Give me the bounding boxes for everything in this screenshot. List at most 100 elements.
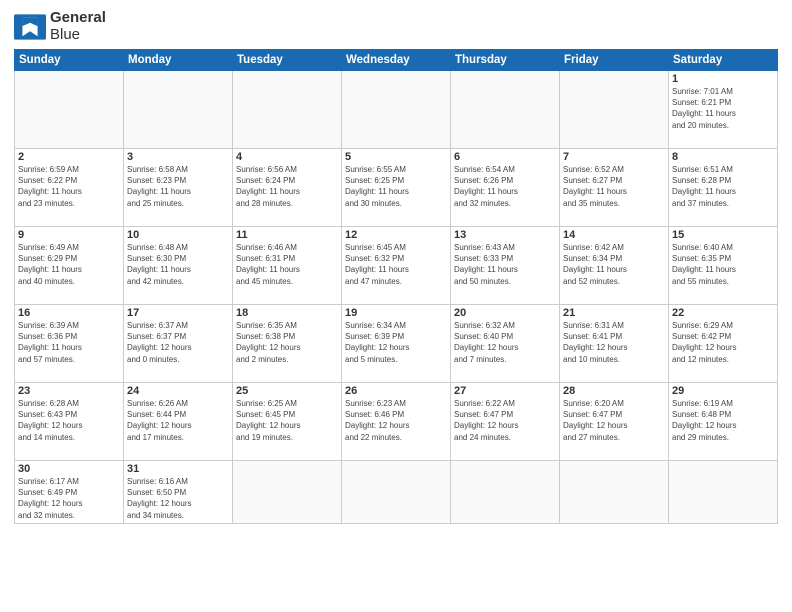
day-number: 16 — [18, 307, 120, 319]
calendar-week-4: 16Sunrise: 6:39 AM Sunset: 6:36 PM Dayli… — [15, 305, 778, 383]
logo-text: General Blue — [50, 10, 106, 43]
day-number: 24 — [127, 385, 229, 397]
logo: General Blue — [14, 10, 106, 43]
calendar-cell: 10Sunrise: 6:48 AM Sunset: 6:30 PM Dayli… — [124, 227, 233, 305]
day-info: Sunrise: 7:01 AM Sunset: 6:21 PM Dayligh… — [672, 86, 774, 131]
calendar-cell: 8Sunrise: 6:51 AM Sunset: 6:28 PM Daylig… — [669, 149, 778, 227]
calendar-cell — [15, 71, 124, 149]
calendar-cell: 15Sunrise: 6:40 AM Sunset: 6:35 PM Dayli… — [669, 227, 778, 305]
calendar-week-2: 2Sunrise: 6:59 AM Sunset: 6:22 PM Daylig… — [15, 149, 778, 227]
day-number: 2 — [18, 151, 120, 163]
calendar-cell: 20Sunrise: 6:32 AM Sunset: 6:40 PM Dayli… — [451, 305, 560, 383]
calendar-cell — [451, 71, 560, 149]
day-number: 25 — [236, 385, 338, 397]
calendar-cell — [451, 461, 560, 524]
day-info: Sunrise: 6:49 AM Sunset: 6:29 PM Dayligh… — [18, 242, 120, 287]
calendar-cell: 22Sunrise: 6:29 AM Sunset: 6:42 PM Dayli… — [669, 305, 778, 383]
calendar-cell: 23Sunrise: 6:28 AM Sunset: 6:43 PM Dayli… — [15, 383, 124, 461]
calendar-cell: 9Sunrise: 6:49 AM Sunset: 6:29 PM Daylig… — [15, 227, 124, 305]
day-number: 1 — [672, 73, 774, 85]
day-number: 15 — [672, 229, 774, 241]
day-info: Sunrise: 6:42 AM Sunset: 6:34 PM Dayligh… — [563, 242, 665, 287]
day-number: 26 — [345, 385, 447, 397]
calendar-cell: 29Sunrise: 6:19 AM Sunset: 6:48 PM Dayli… — [669, 383, 778, 461]
day-info: Sunrise: 6:48 AM Sunset: 6:30 PM Dayligh… — [127, 242, 229, 287]
calendar-cell: 2Sunrise: 6:59 AM Sunset: 6:22 PM Daylig… — [15, 149, 124, 227]
day-number: 13 — [454, 229, 556, 241]
weekday-header-wednesday: Wednesday — [342, 50, 451, 71]
calendar-cell — [124, 71, 233, 149]
calendar-cell — [342, 461, 451, 524]
calendar-cell: 13Sunrise: 6:43 AM Sunset: 6:33 PM Dayli… — [451, 227, 560, 305]
day-number: 7 — [563, 151, 665, 163]
day-number: 27 — [454, 385, 556, 397]
day-number: 30 — [18, 463, 120, 475]
day-number: 31 — [127, 463, 229, 475]
day-number: 29 — [672, 385, 774, 397]
calendar-week-3: 9Sunrise: 6:49 AM Sunset: 6:29 PM Daylig… — [15, 227, 778, 305]
day-info: Sunrise: 6:31 AM Sunset: 6:41 PM Dayligh… — [563, 320, 665, 365]
calendar-cell: 16Sunrise: 6:39 AM Sunset: 6:36 PM Dayli… — [15, 305, 124, 383]
day-number: 20 — [454, 307, 556, 319]
generalblue-logo-icon — [14, 13, 46, 41]
day-info: Sunrise: 6:43 AM Sunset: 6:33 PM Dayligh… — [454, 242, 556, 287]
day-info: Sunrise: 6:52 AM Sunset: 6:27 PM Dayligh… — [563, 164, 665, 209]
day-number: 18 — [236, 307, 338, 319]
calendar-cell: 4Sunrise: 6:56 AM Sunset: 6:24 PM Daylig… — [233, 149, 342, 227]
day-info: Sunrise: 6:19 AM Sunset: 6:48 PM Dayligh… — [672, 398, 774, 443]
calendar-cell: 6Sunrise: 6:54 AM Sunset: 6:26 PM Daylig… — [451, 149, 560, 227]
calendar-cell — [233, 461, 342, 524]
day-info: Sunrise: 6:26 AM Sunset: 6:44 PM Dayligh… — [127, 398, 229, 443]
calendar-cell — [560, 71, 669, 149]
day-info: Sunrise: 6:16 AM Sunset: 6:50 PM Dayligh… — [127, 476, 229, 521]
day-info: Sunrise: 6:54 AM Sunset: 6:26 PM Dayligh… — [454, 164, 556, 209]
calendar-cell: 14Sunrise: 6:42 AM Sunset: 6:34 PM Dayli… — [560, 227, 669, 305]
day-number: 8 — [672, 151, 774, 163]
day-number: 19 — [345, 307, 447, 319]
day-number: 21 — [563, 307, 665, 319]
calendar-cell: 19Sunrise: 6:34 AM Sunset: 6:39 PM Dayli… — [342, 305, 451, 383]
header: General Blue — [14, 10, 778, 43]
calendar-cell: 26Sunrise: 6:23 AM Sunset: 6:46 PM Dayli… — [342, 383, 451, 461]
calendar-week-6: 30Sunrise: 6:17 AM Sunset: 6:49 PM Dayli… — [15, 461, 778, 524]
day-info: Sunrise: 6:20 AM Sunset: 6:47 PM Dayligh… — [563, 398, 665, 443]
day-number: 10 — [127, 229, 229, 241]
day-info: Sunrise: 6:22 AM Sunset: 6:47 PM Dayligh… — [454, 398, 556, 443]
calendar-cell: 27Sunrise: 6:22 AM Sunset: 6:47 PM Dayli… — [451, 383, 560, 461]
day-info: Sunrise: 6:34 AM Sunset: 6:39 PM Dayligh… — [345, 320, 447, 365]
calendar-cell: 30Sunrise: 6:17 AM Sunset: 6:49 PM Dayli… — [15, 461, 124, 524]
day-info: Sunrise: 6:29 AM Sunset: 6:42 PM Dayligh… — [672, 320, 774, 365]
day-info: Sunrise: 6:17 AM Sunset: 6:49 PM Dayligh… — [18, 476, 120, 521]
day-number: 23 — [18, 385, 120, 397]
calendar-cell: 31Sunrise: 6:16 AM Sunset: 6:50 PM Dayli… — [124, 461, 233, 524]
day-number: 11 — [236, 229, 338, 241]
calendar-cell: 24Sunrise: 6:26 AM Sunset: 6:44 PM Dayli… — [124, 383, 233, 461]
day-info: Sunrise: 6:23 AM Sunset: 6:46 PM Dayligh… — [345, 398, 447, 443]
day-number: 4 — [236, 151, 338, 163]
weekday-header-sunday: Sunday — [15, 50, 124, 71]
calendar-cell: 18Sunrise: 6:35 AM Sunset: 6:38 PM Dayli… — [233, 305, 342, 383]
calendar-cell: 12Sunrise: 6:45 AM Sunset: 6:32 PM Dayli… — [342, 227, 451, 305]
day-number: 17 — [127, 307, 229, 319]
weekday-header-thursday: Thursday — [451, 50, 560, 71]
calendar-cell: 3Sunrise: 6:58 AM Sunset: 6:23 PM Daylig… — [124, 149, 233, 227]
page: General Blue SundayMondayTuesdayWednesda… — [0, 0, 792, 612]
day-info: Sunrise: 6:28 AM Sunset: 6:43 PM Dayligh… — [18, 398, 120, 443]
calendar-cell — [342, 71, 451, 149]
calendar-week-1: 1Sunrise: 7:01 AM Sunset: 6:21 PM Daylig… — [15, 71, 778, 149]
day-info: Sunrise: 6:59 AM Sunset: 6:22 PM Dayligh… — [18, 164, 120, 209]
day-info: Sunrise: 6:55 AM Sunset: 6:25 PM Dayligh… — [345, 164, 447, 209]
calendar-cell: 11Sunrise: 6:46 AM Sunset: 6:31 PM Dayli… — [233, 227, 342, 305]
weekday-header-friday: Friday — [560, 50, 669, 71]
weekday-header-monday: Monday — [124, 50, 233, 71]
day-info: Sunrise: 6:51 AM Sunset: 6:28 PM Dayligh… — [672, 164, 774, 209]
calendar-table: SundayMondayTuesdayWednesdayThursdayFrid… — [14, 49, 778, 524]
calendar-week-5: 23Sunrise: 6:28 AM Sunset: 6:43 PM Dayli… — [15, 383, 778, 461]
calendar-cell: 21Sunrise: 6:31 AM Sunset: 6:41 PM Dayli… — [560, 305, 669, 383]
day-info: Sunrise: 6:39 AM Sunset: 6:36 PM Dayligh… — [18, 320, 120, 365]
day-info: Sunrise: 6:40 AM Sunset: 6:35 PM Dayligh… — [672, 242, 774, 287]
day-info: Sunrise: 6:58 AM Sunset: 6:23 PM Dayligh… — [127, 164, 229, 209]
calendar-cell: 17Sunrise: 6:37 AM Sunset: 6:37 PM Dayli… — [124, 305, 233, 383]
day-number: 9 — [18, 229, 120, 241]
calendar-cell: 28Sunrise: 6:20 AM Sunset: 6:47 PM Dayli… — [560, 383, 669, 461]
